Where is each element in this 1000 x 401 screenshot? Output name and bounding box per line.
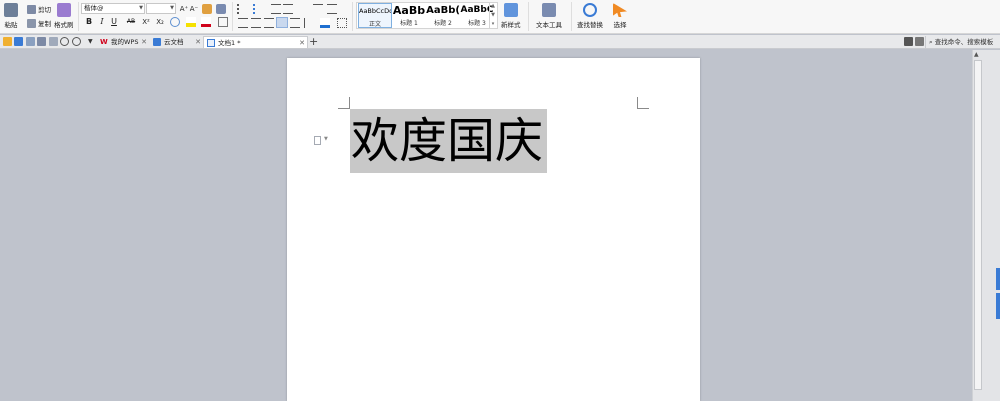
paste-icon <box>4 3 18 17</box>
style-gallery-scroll[interactable]: ▲ ▼ ▾ <box>489 2 496 29</box>
scissors-icon <box>27 4 36 14</box>
align-center-icon[interactable] <box>251 18 261 28</box>
tab-my-wps[interactable]: W 我的WPS ✕ <box>97 36 149 48</box>
format-painter-button[interactable]: 格式刷 <box>54 3 74 29</box>
vertical-scrollbar[interactable]: ▲ <box>972 50 1000 401</box>
justify-icon[interactable] <box>276 17 288 28</box>
open-folder-icon[interactable] <box>3 37 12 46</box>
paragraph-mark-icon[interactable] <box>327 4 337 14</box>
char-border-icon[interactable] <box>218 17 228 27</box>
strikethrough-button[interactable]: AB <box>124 16 138 28</box>
command-search[interactable]: ⌕ 查找命令、搜索模板 <box>925 36 993 48</box>
document-icon <box>207 38 215 47</box>
side-panel-tab[interactable] <box>996 268 1000 290</box>
divider <box>232 2 233 31</box>
scrollbar-thumb[interactable] <box>974 60 982 390</box>
bullet-list-icon[interactable] <box>237 4 247 14</box>
subscript-button[interactable]: X₂ <box>154 16 166 28</box>
feedback-icon[interactable] <box>915 37 924 46</box>
select-button[interactable]: 选择 <box>613 3 627 29</box>
divider <box>571 2 572 31</box>
chevron-down-icon: ▼ <box>139 5 143 11</box>
search-icon: ⌕ <box>929 38 933 46</box>
document-tab-bar: ▼ W 我的WPS ✕ 云文档 ✕ 文档1 * ✕ + ⌕ 查找命令、搜索模板 <box>0 35 1000 49</box>
numbered-list-icon[interactable] <box>253 4 263 14</box>
underline-button[interactable]: U <box>109 16 119 28</box>
skin-icon[interactable] <box>904 37 913 46</box>
export-pdf-icon[interactable] <box>26 37 35 46</box>
shading-icon[interactable] <box>320 18 330 28</box>
scroll-up-icon[interactable]: ▲ <box>974 51 979 58</box>
text-effect-icon[interactable] <box>170 17 180 27</box>
divider <box>78 2 79 31</box>
new-tab-button[interactable]: + <box>309 35 318 49</box>
wps-logo-icon: W <box>100 38 108 46</box>
cut-button[interactable]: 剪切 <box>27 3 51 15</box>
ribbon-toolbar: 粘贴 剪切 复制 格式刷 楷体@ ▼ ▼ A⁺ A⁻ B I U AB X² X… <box>0 0 1000 34</box>
sort-icon[interactable] <box>313 4 323 14</box>
find-replace-button[interactable]: 查找替换 <box>577 3 603 29</box>
divider <box>528 2 529 31</box>
align-left-icon[interactable] <box>238 18 248 28</box>
decrease-indent-icon[interactable] <box>271 4 281 14</box>
text-direction-icon[interactable] <box>298 4 308 14</box>
copy-button[interactable]: 复制 <box>27 17 51 29</box>
paste-button[interactable]: 粘贴 <box>4 3 18 29</box>
crop-mark-top-left <box>338 97 350 109</box>
bold-button[interactable]: B <box>84 16 94 28</box>
phonetic-guide-icon[interactable] <box>216 4 226 14</box>
new-style-button[interactable]: 新样式 <box>501 3 521 29</box>
copy-icon <box>27 18 36 28</box>
crop-mark-top-right <box>637 97 649 109</box>
style-normal[interactable]: AaBbCcDd 正文 <box>358 3 392 28</box>
highlight-icon[interactable] <box>186 17 196 27</box>
redo-icon[interactable] <box>72 37 81 46</box>
new-style-icon <box>503 3 518 17</box>
selected-document-text[interactable]: 欢度国庆 <box>350 109 548 173</box>
increase-indent-icon[interactable] <box>283 4 293 14</box>
font-size-select[interactable]: ▼ <box>146 3 176 14</box>
save-icon[interactable] <box>14 37 23 46</box>
font-color-icon[interactable] <box>201 17 211 27</box>
font-name-select[interactable]: 楷体@ ▼ <box>81 3 145 14</box>
undo-icon[interactable] <box>60 37 69 46</box>
text-tools-button[interactable]: 文本工具 <box>536 3 562 29</box>
line-spacing-icon[interactable] <box>304 18 314 28</box>
print-icon[interactable] <box>37 37 46 46</box>
cursor-arrow-icon <box>613 3 627 17</box>
style-heading-1[interactable]: AaBb 标题 1 <box>392 3 426 28</box>
side-panel-tab[interactable] <box>996 293 1000 319</box>
grow-font-button[interactable]: A⁺ <box>179 3 189 15</box>
document-page[interactable]: ▼ 欢度国庆 <box>287 58 700 401</box>
tab-document1[interactable]: 文档1 * ✕ <box>203 36 308 48</box>
print-preview-icon[interactable] <box>49 37 58 46</box>
chevron-down-icon[interactable]: ▼ <box>324 136 328 142</box>
customize-toolbar-icon[interactable]: ▼ <box>88 36 93 48</box>
format-painter-icon <box>56 3 71 17</box>
align-right-icon[interactable] <box>264 18 274 28</box>
text-tools-icon <box>542 3 556 17</box>
distributed-icon[interactable] <box>290 18 300 28</box>
shrink-font-button[interactable]: A⁻ <box>189 3 199 15</box>
borders-icon[interactable] <box>337 18 347 28</box>
clear-format-icon[interactable] <box>202 4 212 14</box>
chevron-down-icon: ▼ <box>170 5 174 11</box>
tab-cloud-docs[interactable]: 云文档 ✕ <box>150 36 203 48</box>
style-heading-2[interactable]: AaBb( 标题 2 <box>426 3 460 28</box>
style-gallery: AaBbCcDd 正文 AaBb 标题 1 AaBb( 标题 2 AaBbC 标… <box>356 2 498 29</box>
close-icon[interactable]: ✕ <box>195 36 201 48</box>
close-icon[interactable]: ✕ <box>141 36 147 48</box>
superscript-button[interactable]: X² <box>140 16 152 28</box>
search-icon <box>583 3 597 17</box>
divider <box>352 2 353 31</box>
paragraph-layout-icon[interactable] <box>314 136 321 145</box>
close-icon[interactable]: ✕ <box>299 37 305 49</box>
cloud-doc-icon <box>153 38 161 46</box>
document-canvas: ▼ 欢度国庆 <box>0 50 972 401</box>
italic-button[interactable]: I <box>97 16 107 28</box>
